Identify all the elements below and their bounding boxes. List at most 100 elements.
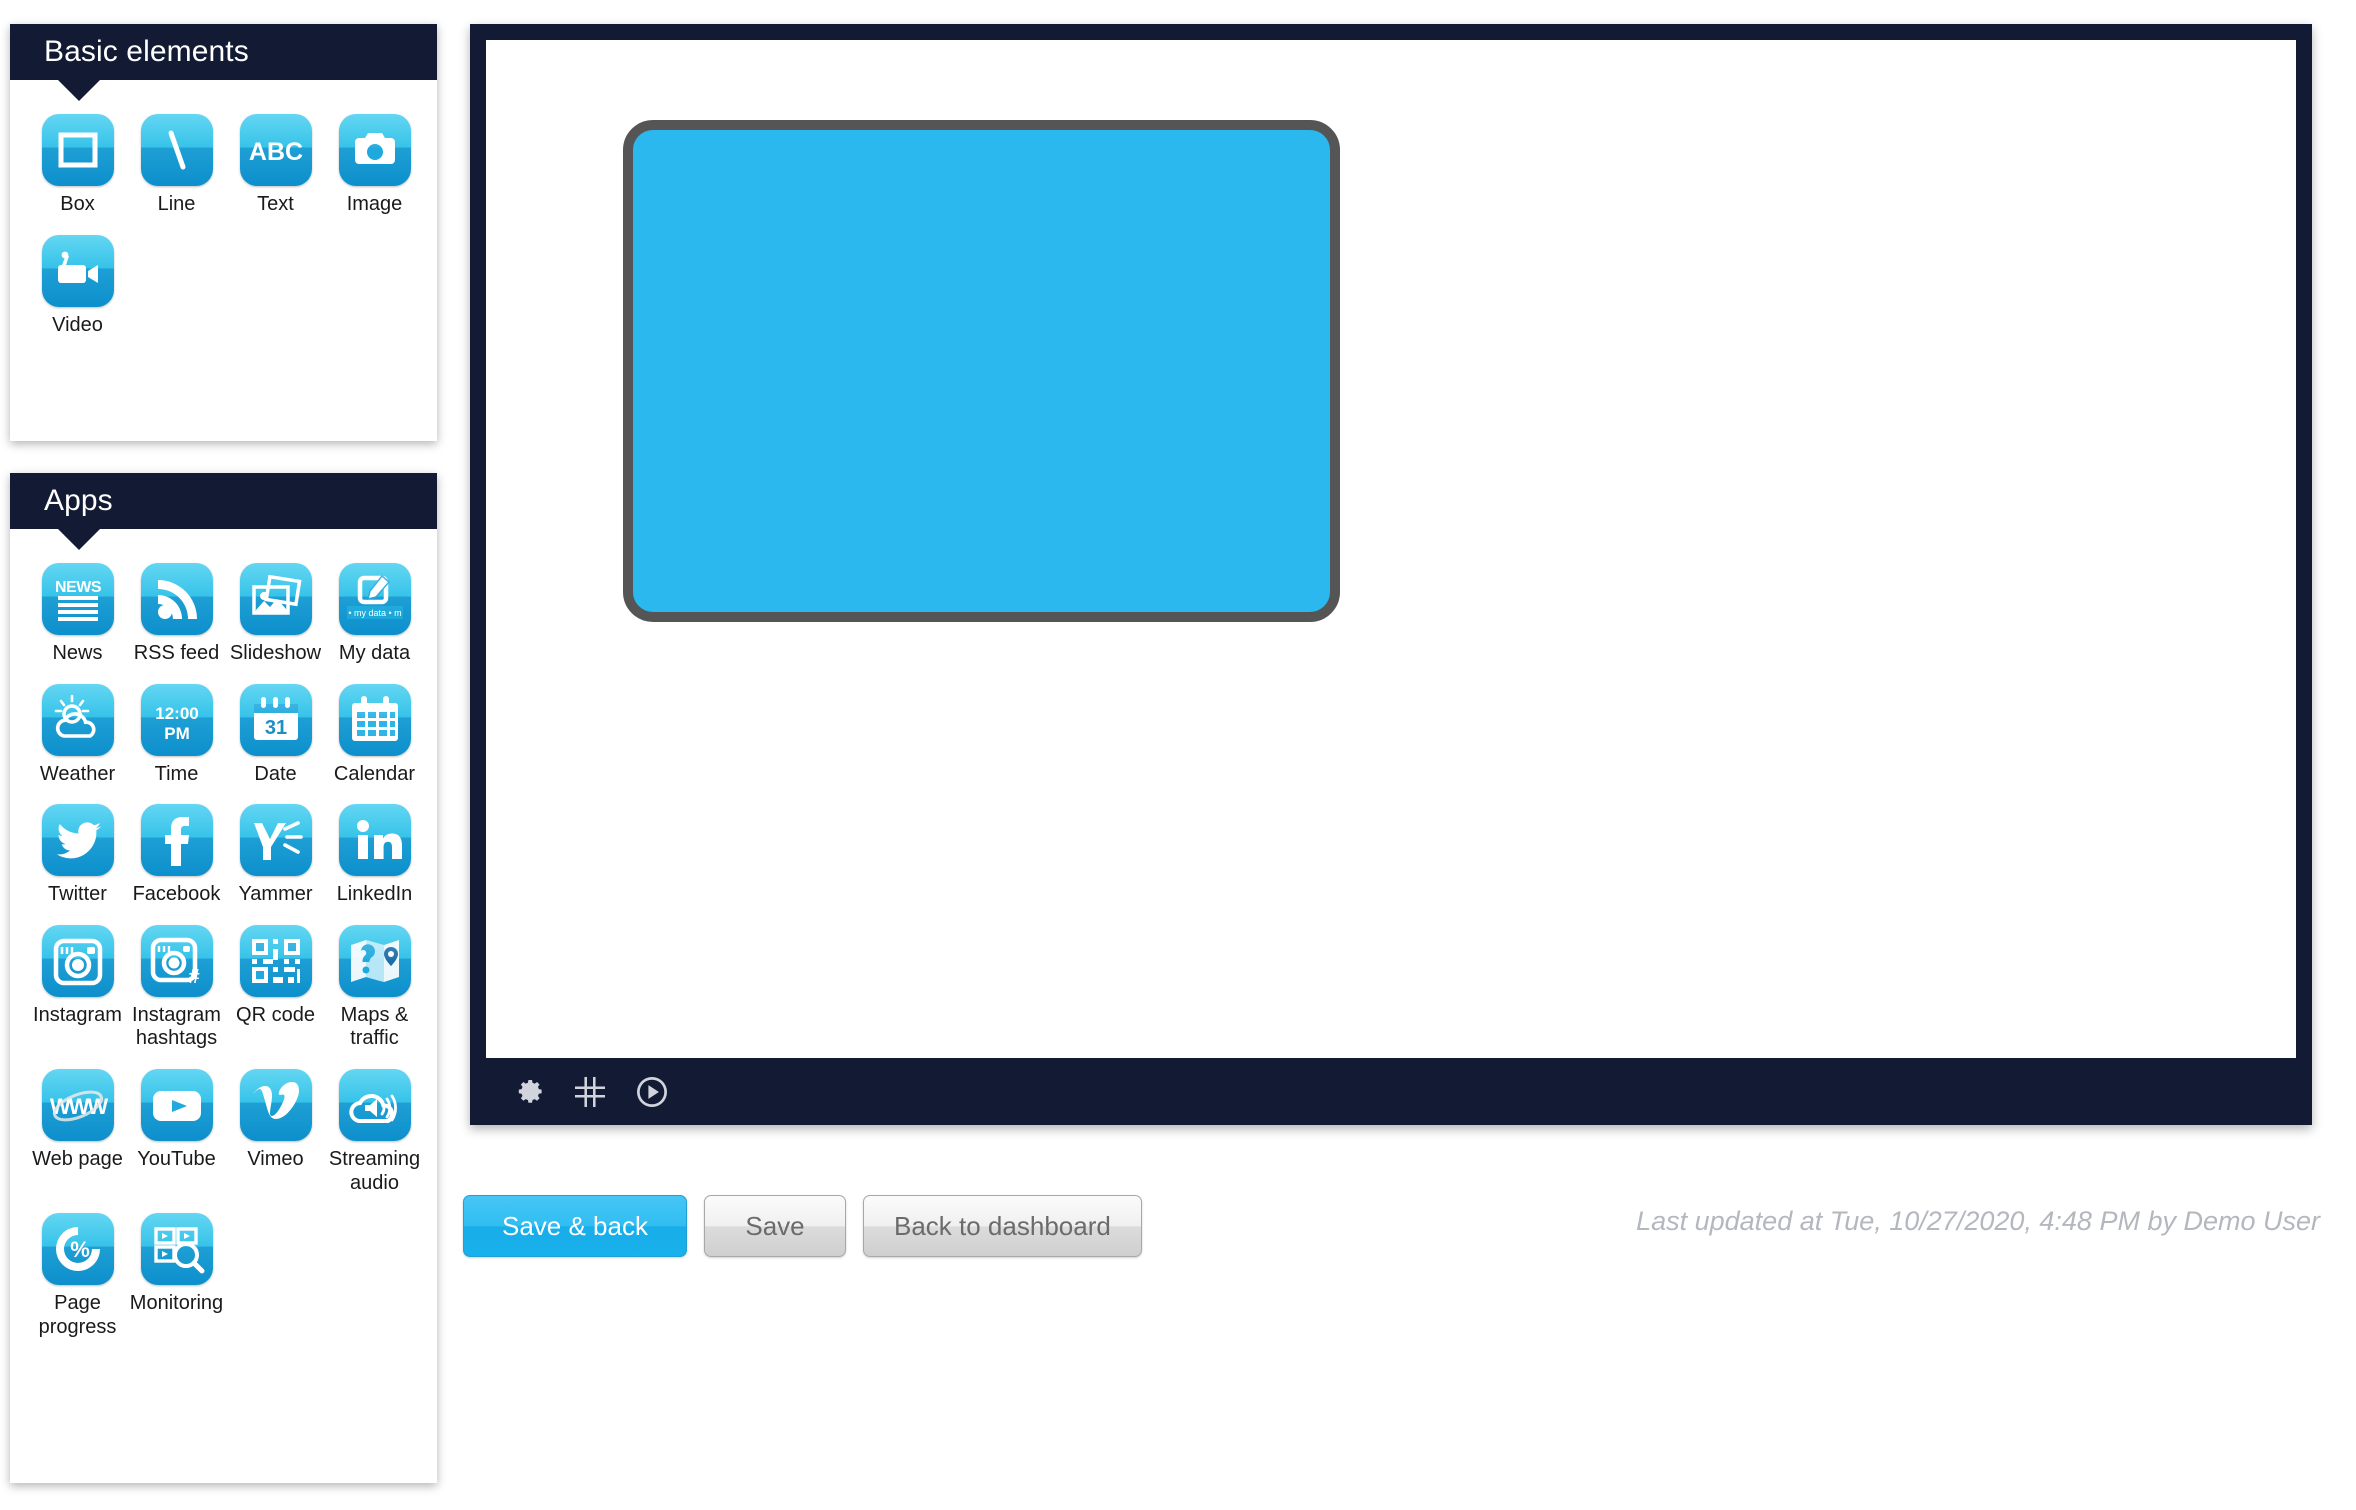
app-item-label: Image	[346, 193, 403, 215]
svg-text:%: %	[70, 1237, 90, 1262]
app-item-label: Yammer	[238, 883, 313, 906]
app-item-vimeo[interactable]: Vimeo	[226, 1068, 325, 1195]
page-root: Basic elements Box Line ABC Text Image Video …	[0, 0, 2356, 1510]
apps-icon-grid: NEWS News RSS feed Slideshow • my data • m My…	[10, 529, 437, 1357]
app-item-weather[interactable]: Weather	[28, 683, 127, 787]
twitter-icon	[41, 804, 114, 877]
app-item-label: Box	[60, 193, 95, 215]
app-item-date[interactable]: 31 Date	[226, 683, 325, 787]
app-item-label: Maps & traffic	[340, 1003, 409, 1050]
yammer-icon	[239, 804, 312, 877]
settings-gear-icon[interactable]	[508, 1072, 548, 1112]
play-circle-icon[interactable]	[632, 1072, 672, 1112]
svg-text:• my data • m: • my data • m	[348, 608, 401, 618]
svg-text:PM: PM	[164, 724, 190, 743]
app-item-label: Web page	[32, 1147, 123, 1170]
svg-text:12:00: 12:00	[155, 704, 198, 723]
app-item-time[interactable]: 12:00 PM Time	[127, 683, 226, 787]
text-abc-icon: ABC	[239, 114, 312, 186]
app-item-label: Facebook	[132, 883, 221, 906]
app-item-line[interactable]: Line	[127, 114, 226, 217]
app-item-label: Streaming audio	[328, 1147, 421, 1194]
rss-icon	[140, 563, 213, 635]
my-data-icon: • my data • m	[338, 563, 411, 635]
page-progress-icon: %	[41, 1213, 114, 1286]
weather-icon	[41, 683, 114, 756]
panel-pointer-triangle	[58, 80, 100, 101]
app-item-label: LinkedIn	[336, 883, 413, 906]
line-icon	[140, 114, 213, 186]
app-item-twitter[interactable]: Twitter	[28, 804, 127, 907]
svg-text:ABC: ABC	[248, 138, 302, 166]
instagram-icon	[41, 924, 114, 997]
panel-apps-title: Apps	[44, 484, 113, 517]
video-camera-icon	[41, 234, 114, 307]
app-item-label: Text	[257, 193, 294, 215]
time-icon: 12:00 PM	[140, 683, 213, 756]
action-button-row: Save & back Save Back to dashboard	[463, 1195, 1142, 1257]
app-item-my-data[interactable]: • my data • m My data	[325, 563, 424, 666]
app-item-label: Video	[52, 313, 103, 336]
app-item-streaming-audio[interactable]: Streaming audio	[325, 1068, 424, 1195]
camera-icon	[338, 114, 411, 186]
app-item-box[interactable]: Box	[28, 114, 127, 217]
grid-icon[interactable]	[570, 1072, 610, 1112]
app-item-facebook[interactable]: Facebook	[127, 804, 226, 907]
app-item-label: Vimeo	[247, 1147, 304, 1170]
app-item-qr-code[interactable]: QR code	[226, 924, 325, 1051]
panel-basic-elements-title: Basic elements	[44, 35, 249, 68]
app-item-slideshow[interactable]: Slideshow	[226, 563, 325, 666]
app-item-label: Instagram hashtags	[132, 1003, 221, 1050]
canvas-box-element[interactable]	[623, 120, 1340, 622]
app-item-label: Instagram	[33, 1003, 122, 1026]
app-item-label: YouTube	[137, 1147, 216, 1170]
panel-basic-elements-header: Basic elements	[10, 24, 437, 101]
app-item-linkedin[interactable]: LinkedIn	[325, 804, 424, 907]
app-item-video[interactable]: Video	[28, 234, 127, 338]
app-item-image[interactable]: Image	[325, 114, 424, 217]
save-and-back-button[interactable]: Save & back	[463, 1195, 687, 1257]
maps-traffic-icon	[338, 924, 411, 997]
app-item-label: QR code	[236, 1003, 315, 1026]
app-item-instagram[interactable]: Instagram	[28, 924, 127, 1051]
last-updated-status: Last updated at Tue, 10/27/2020, 4:48 PM…	[1636, 1206, 2320, 1236]
app-item-news[interactable]: NEWS News	[28, 563, 127, 666]
app-item-label: RSS feed	[133, 642, 220, 664]
design-canvas[interactable]	[486, 40, 2296, 1058]
app-item-text[interactable]: ABC Text	[226, 114, 325, 217]
app-item-maps-traffic[interactable]: Maps & traffic	[325, 924, 424, 1051]
app-item-label: Line	[157, 193, 196, 215]
app-item-label: Twitter	[48, 883, 107, 906]
box-icon	[41, 114, 114, 186]
app-item-label: News	[52, 642, 103, 664]
app-item-label: Calendar	[333, 762, 416, 785]
canvas-toolbar	[486, 1058, 2296, 1125]
app-item-instagram-hashtags[interactable]: # Instagram hashtags	[127, 924, 226, 1051]
app-item-rss-feed[interactable]: RSS feed	[127, 563, 226, 666]
youtube-icon	[140, 1068, 213, 1141]
app-item-label: My data	[338, 642, 411, 664]
app-item-yammer[interactable]: Yammer	[226, 804, 325, 907]
panel-apps: Apps NEWS News RSS feed Slideshow • my data …	[10, 473, 437, 1483]
app-item-label: Page progress	[38, 1292, 117, 1338]
app-item-monitoring[interactable]: Monitoring	[127, 1213, 226, 1339]
save-button[interactable]: Save	[704, 1195, 846, 1257]
news-icon: NEWS	[41, 563, 114, 635]
panel-basic-elements: Basic elements Box Line ABC Text Image Video	[10, 24, 437, 441]
facebook-icon	[140, 804, 213, 877]
app-item-youtube[interactable]: YouTube	[127, 1068, 226, 1195]
app-item-label: Slideshow	[229, 642, 322, 664]
app-item-page-progress[interactable]: % Page progress	[28, 1213, 127, 1339]
slideshow-icon	[239, 563, 312, 635]
streaming-audio-icon	[338, 1068, 411, 1141]
app-item-calendar[interactable]: Calendar	[325, 683, 424, 787]
app-item-web-page[interactable]: WWW Web page	[28, 1068, 127, 1195]
back-to-dashboard-button[interactable]: Back to dashboard	[863, 1195, 1142, 1257]
svg-text:#: #	[188, 966, 199, 988]
qr-code-icon	[239, 924, 312, 997]
monitoring-icon	[140, 1213, 213, 1286]
app-item-label: Time	[154, 762, 199, 785]
app-item-label: Weather	[39, 762, 116, 785]
app-item-label: Date	[254, 762, 297, 785]
basic-elements-icon-grid: Box Line ABC Text Image Video	[10, 80, 437, 355]
